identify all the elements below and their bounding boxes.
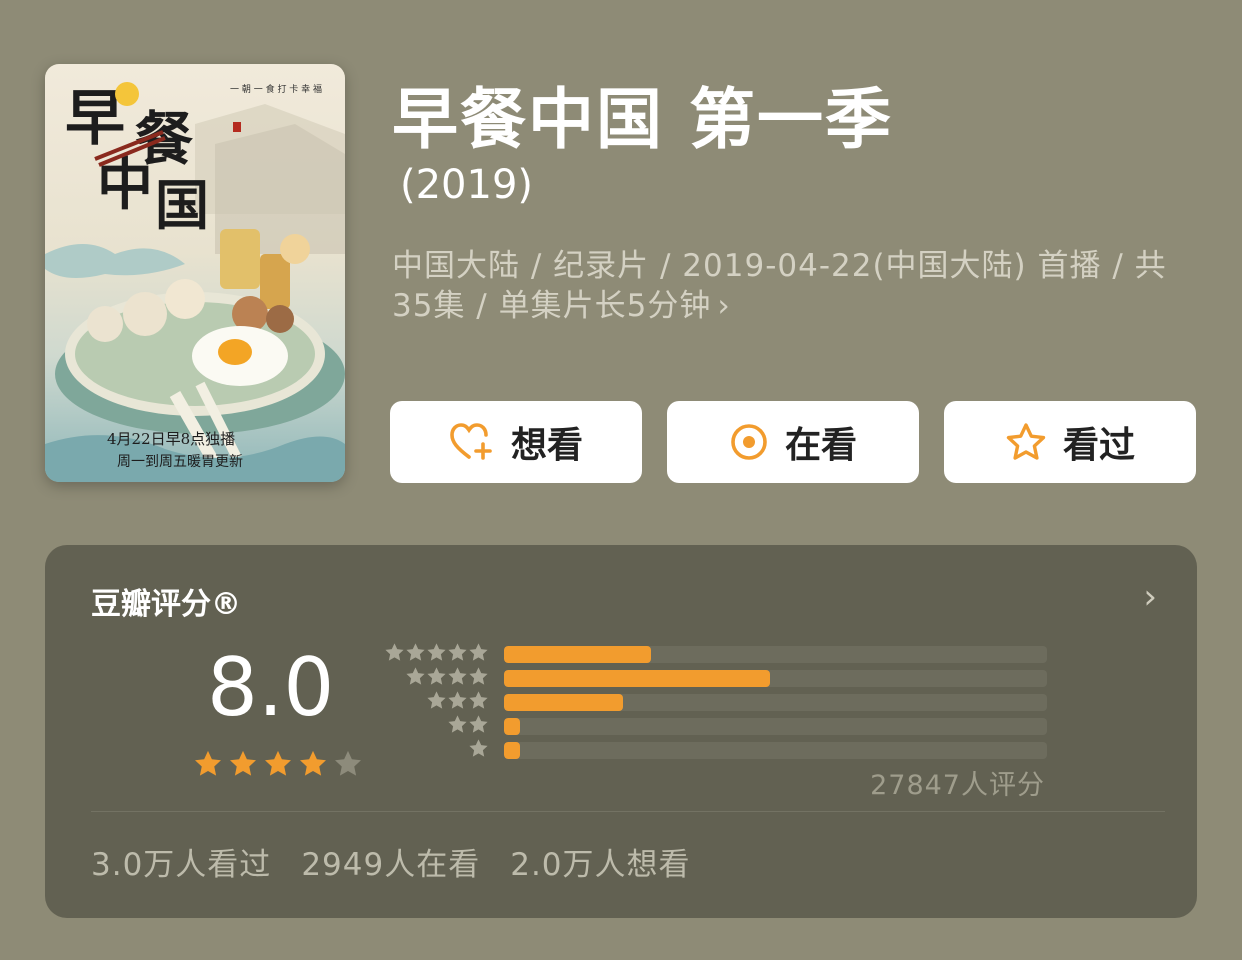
poster-title-char: 国 xyxy=(155,173,209,237)
score-stars xyxy=(193,749,363,779)
poster-image[interactable]: 早 餐 中 国 一 朝 一 食 打 卡 幸 福 4月22日早8点独播 周一到周五… xyxy=(45,64,345,482)
star-small-icon xyxy=(469,643,488,661)
star-small-icon xyxy=(448,715,467,733)
star-outline-icon xyxy=(1006,423,1046,460)
rating-count: 27847人评分 xyxy=(870,770,1045,801)
star-small-icon xyxy=(469,691,488,709)
star-small-icon xyxy=(385,643,404,661)
distribution-bar-fill xyxy=(504,742,521,759)
star-small-icon xyxy=(469,715,488,733)
page-title: 早餐中国 第一季 xyxy=(392,81,893,158)
rating-title: 豆瓣评分® xyxy=(91,587,241,622)
star-small-icon xyxy=(448,667,467,685)
distribution-bar-fill xyxy=(504,670,771,687)
star-empty-icon xyxy=(335,750,361,776)
star-small-icon xyxy=(406,667,425,685)
poster-date-line: 4月22日早8点独播 xyxy=(107,430,235,448)
poster-schedule-line: 周一到周五暖胃更新 xyxy=(117,454,243,470)
distribution-bar xyxy=(504,694,1047,711)
star-filled-icon xyxy=(195,750,221,776)
meta-info[interactable]: 中国大陆 / 纪录片 / 2019-04-22(中国大陆) 首播 / 共35集 … xyxy=(392,246,1192,326)
chevron-right-icon[interactable]: › xyxy=(1143,577,1157,617)
distribution-bar xyxy=(504,670,1047,687)
poster-art: 早 餐 中 国 一 朝 一 食 打 卡 幸 福 4月22日早8点独播 周一到周五… xyxy=(45,82,345,482)
star-small-icon xyxy=(448,643,467,661)
distribution-stars xyxy=(381,642,489,666)
star-small-icon xyxy=(469,739,488,757)
watched-button[interactable]: 看过 xyxy=(944,401,1196,483)
distribution-stars xyxy=(381,666,489,690)
rating-score: 8.0 xyxy=(207,641,335,734)
watched-label: 看过 xyxy=(1062,425,1135,466)
distribution-bar xyxy=(504,742,1047,759)
divider xyxy=(91,811,1165,812)
meta-text: 中国大陆 / 纪录片 / 2019-04-22(中国大陆) 首播 / 共35集 … xyxy=(392,248,1167,324)
star-small-icon xyxy=(406,643,425,661)
stats-row: 3.0万人看过 2949人在看 2.0万人想看 xyxy=(91,839,691,884)
release-year: (2019) xyxy=(400,162,534,208)
distribution-stars xyxy=(381,690,489,714)
star-filled-icon xyxy=(230,750,256,776)
want-label: 想看 xyxy=(510,425,583,466)
star-small-icon xyxy=(427,691,446,709)
watching-button[interactable]: 在看 xyxy=(667,401,919,483)
distribution-stars xyxy=(381,738,489,762)
distribution-bar xyxy=(504,646,1047,663)
distribution-bar-fill xyxy=(504,694,624,711)
heart-plus-icon xyxy=(450,423,492,460)
star-filled-icon xyxy=(300,750,326,776)
watching-label: 在看 xyxy=(784,425,857,466)
star-small-icon xyxy=(448,691,467,709)
rating-card[interactable]: 豆瓣评分® › 8.0 27847人评分 3.0万人看过 2949人在看 2.0… xyxy=(45,545,1197,918)
star-small-icon xyxy=(469,667,488,685)
star-small-icon xyxy=(427,643,446,661)
poster-tagline: 一 朝 一 食 打 卡 幸 福 xyxy=(230,83,322,95)
stat-watching[interactable]: 2949人在看 xyxy=(301,839,480,884)
star-small-icon xyxy=(427,667,446,685)
stat-watched[interactable]: 3.0万人看过 xyxy=(91,839,271,884)
distribution-bar xyxy=(504,718,1047,735)
stat-want[interactable]: 2.0万人想看 xyxy=(510,839,690,884)
distribution-bar-fill xyxy=(504,718,521,735)
chevron-right-icon: › xyxy=(717,288,731,324)
distribution-stars xyxy=(381,714,489,738)
star-filled-icon xyxy=(265,750,291,776)
distribution-bar-fill xyxy=(504,646,651,663)
want-button[interactable]: 想看 xyxy=(390,401,642,483)
target-icon xyxy=(731,424,767,460)
